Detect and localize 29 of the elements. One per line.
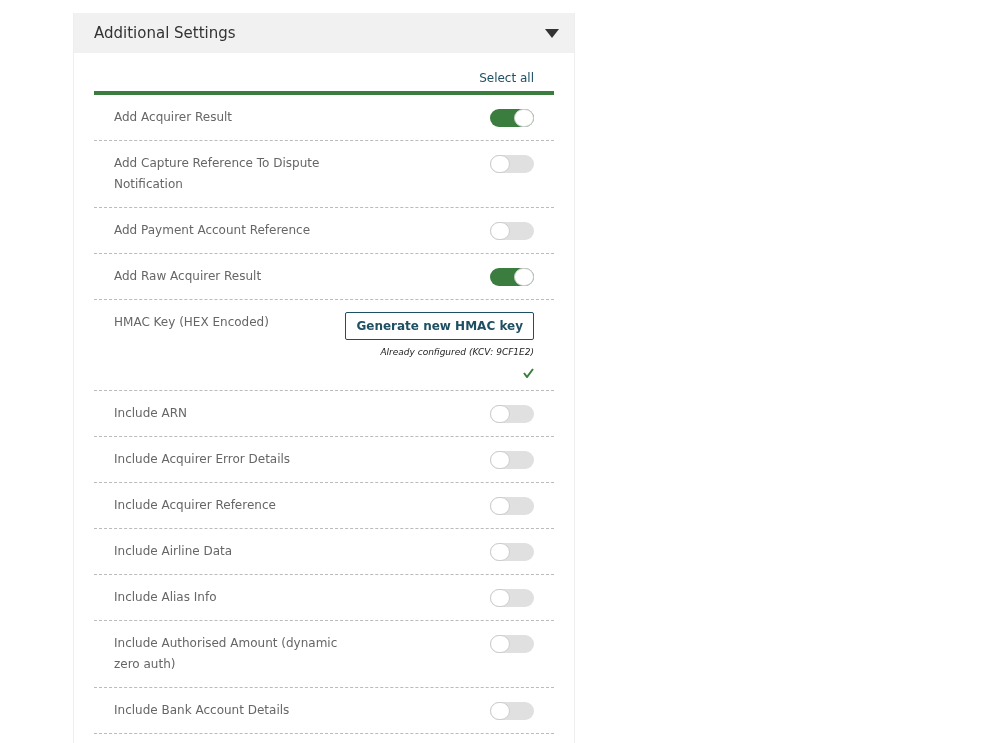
setting-label: Include Authorised Amount (dynamic zero auth): [114, 634, 339, 673]
setting-label: Include Bank Account Details: [114, 701, 291, 719]
setting-label: Include Airline Data: [114, 542, 234, 560]
setting-label: Add Payment Account Reference: [114, 222, 312, 239]
toggle-switch[interactable]: [490, 542, 534, 561]
toggle-switch[interactable]: [490, 222, 534, 240]
toggle-switch[interactable]: [490, 588, 534, 607]
setting-label: Include Acquirer Reference: [114, 496, 277, 514]
panel-header[interactable]: Additional Settings: [74, 13, 574, 53]
toggle-switch[interactable]: [490, 404, 534, 423]
toggle-switch[interactable]: [490, 155, 534, 173]
generate-key-button[interactable]: Generate new HMAC key: [345, 312, 534, 340]
caret-icon[interactable]: [545, 28, 559, 38]
toggle-switch[interactable]: [490, 109, 534, 127]
setting-label: Add Acquirer Result: [114, 109, 234, 126]
setting-label: Add Capture Reference To Dispute Notification: [114, 155, 321, 193]
select-all-link[interactable]: Select all: [479, 69, 534, 87]
toggle-switch[interactable]: [490, 701, 534, 720]
toggle-switch[interactable]: [490, 634, 534, 653]
panel-title: Additional Settings: [94, 22, 236, 44]
toggle-switch[interactable]: [490, 496, 534, 515]
setting-label: Include ARN: [114, 404, 189, 422]
setting-label: Include Alias Info: [114, 588, 218, 606]
status-note: Already configured (KCV: 9CF1E2): [380, 346, 534, 359]
setting-label: HMAC Key (HEX Encoded): [114, 314, 270, 331]
toggle-switch[interactable]: [490, 268, 534, 286]
toggle-switch[interactable]: [490, 450, 534, 469]
setting-label: Add Raw Acquirer Result: [114, 268, 263, 285]
setting-label: Include Acquirer Error Details: [114, 450, 292, 468]
